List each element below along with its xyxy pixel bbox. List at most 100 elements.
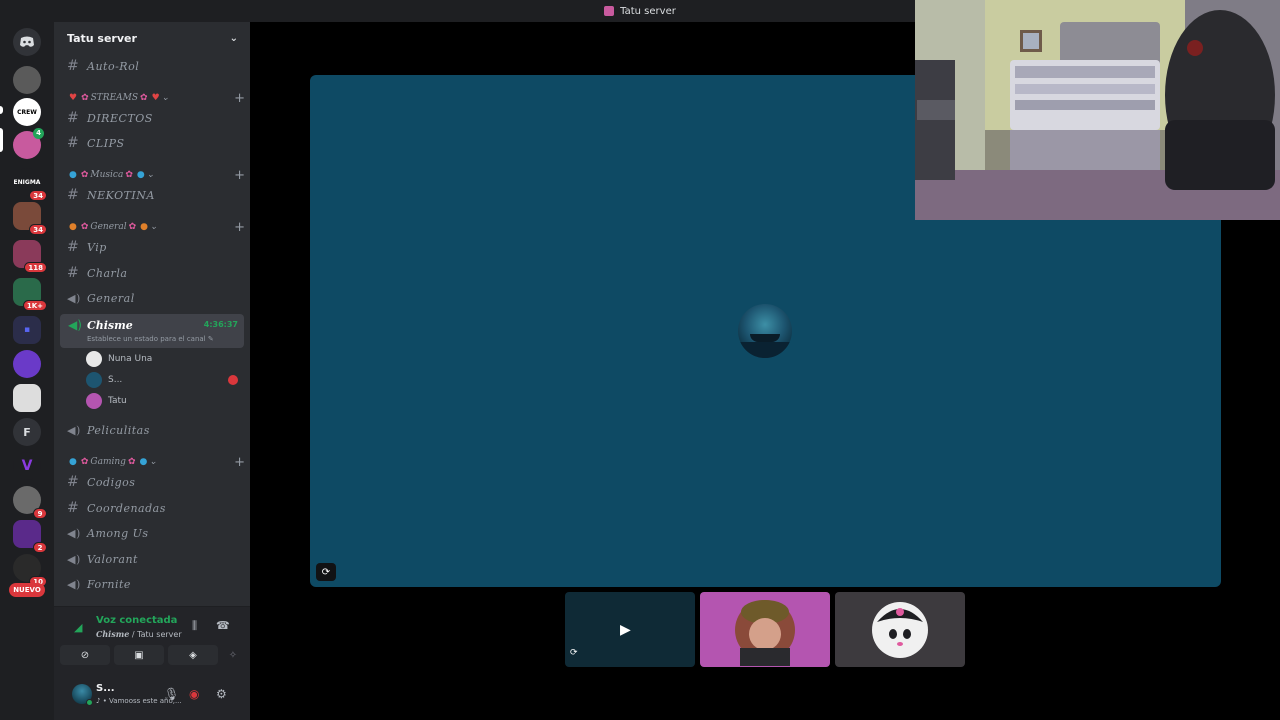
server-gray[interactable]: [13, 384, 41, 412]
channel-codigos[interactable]: # Codigos: [60, 471, 244, 493]
server-name: Tatu server: [67, 31, 137, 45]
server-icon: [604, 6, 615, 16]
hash-icon: #: [67, 239, 80, 255]
voice-channel-among-us[interactable]: ◀) Among Us: [60, 522, 244, 544]
hash-icon: #: [67, 135, 80, 151]
hash-icon: #: [67, 265, 80, 281]
speaker-icon: ◀): [68, 318, 82, 332]
channel-directos[interactable]: # DIRECTOS: [60, 107, 244, 129]
speaker-icon: ◀): [67, 552, 81, 566]
deafen-icon[interactable]: ◉: [189, 687, 199, 701]
channel-charla[interactable]: # Charla: [60, 262, 244, 284]
noise-suppression-icon[interactable]: ⫼: [192, 619, 197, 633]
server-purple[interactable]: [13, 350, 41, 378]
voice-connected-location: Chisme / Tatu server: [96, 629, 182, 639]
soundboard-icon: ✧: [228, 649, 238, 661]
server-rail: CREW 4 ENIGMA 34 34 118 1K+ ▪ F V 9 2 10 …: [0, 22, 54, 720]
screen-share-icon: ▣: [134, 649, 144, 661]
discord-home-icon[interactable]: [13, 28, 41, 56]
user-name[interactable]: S...: [96, 683, 115, 694]
voice-channel-coordenadas[interactable]: # Coordenadas: [60, 497, 244, 519]
channel-clips[interactable]: # CLIPS: [60, 132, 244, 154]
hash-icon: #: [67, 187, 80, 203]
toggle-camera-button[interactable]: ⊘: [60, 645, 110, 665]
folder-icon[interactable]: ▪: [13, 316, 41, 344]
voice-member[interactable]: Tatu: [86, 392, 127, 410]
server-photo[interactable]: 9: [13, 486, 47, 519]
video-camera-icon: ▶: [620, 622, 631, 638]
selected-indicator: [0, 128, 3, 152]
category-general[interactable]: ● ✿ General ✿ ● ⌄ +: [67, 219, 245, 235]
online-status-dot: [86, 699, 93, 706]
avatar: [86, 372, 102, 388]
hash-icon: #: [67, 58, 80, 74]
voice-channel-fornite[interactable]: ◀) Fornite: [60, 573, 244, 595]
channel-status-prompt[interactable]: Establece un estado para el canal ✎: [87, 335, 214, 343]
camera-off-icon: ⊘: [80, 649, 90, 661]
server-group[interactable]: 34: [13, 202, 47, 235]
category-gaming[interactable]: ● ✿ Gaming ✿ ● ⌄ +: [67, 454, 245, 470]
voice-connected-title[interactable]: Voz conectada: [96, 615, 177, 626]
avatar: [86, 393, 102, 409]
server-enigma[interactable]: ENIGMA 34: [13, 168, 47, 201]
kuromi-avatar: [872, 602, 928, 658]
channel-vip[interactable]: # Vip: [60, 236, 244, 258]
channel-nekotina[interactable]: # NEKOTINA: [60, 184, 244, 206]
channel-auto-rol[interactable]: # Auto-Rol: [60, 55, 244, 77]
hash-icon: #: [67, 500, 80, 516]
voice-channel-chisme[interactable]: ◀) Chisme 4:36:37 Establece un estado pa…: [60, 314, 244, 348]
call-stage: ⟳ ▶ ⟳: [250, 0, 1280, 720]
participant-tile-nuna-una[interactable]: [835, 592, 965, 667]
voice-channel-valorant[interactable]: ◀) Valorant: [60, 548, 244, 570]
soundboard-button[interactable]: ✧: [222, 645, 244, 665]
category-streams[interactable]: ♥ ✿ STREAMS ✿ ♥ ⌄ +: [67, 90, 245, 106]
add-channel-icon[interactable]: +: [234, 91, 245, 106]
speaker-icon: ◀): [67, 423, 81, 437]
voice-channel-general[interactable]: ◀) General: [60, 287, 244, 309]
server-group-2[interactable]: 118: [13, 240, 47, 273]
webcam-popout-video[interactable]: [915, 0, 1280, 220]
speaker-icon: ◀): [67, 291, 81, 305]
voice-member[interactable]: Nuna Una: [86, 350, 152, 368]
server-gaming-crew[interactable]: CREW: [13, 98, 41, 126]
window-title: Tatu server: [620, 5, 676, 17]
participant-avatar: [738, 304, 792, 358]
hash-icon: #: [67, 474, 80, 490]
new-unreads-pill[interactable]: NUEVO: [9, 583, 45, 597]
live-stream-icon: [228, 375, 238, 385]
chevron-down-icon: ⌄: [229, 32, 238, 44]
bedroom-webcam-image: [915, 0, 1280, 220]
microphone-icon[interactable]: 🎙: [164, 687, 179, 701]
activities-button[interactable]: ◈: [168, 645, 218, 665]
hash-icon: #: [67, 110, 80, 126]
settings-gear-icon[interactable]: ⚙: [216, 687, 227, 701]
participant-tile-camera-off[interactable]: ▶ ⟳: [565, 592, 695, 667]
speaker-icon: ◀): [67, 577, 81, 591]
add-channel-icon[interactable]: +: [234, 168, 245, 183]
server-tatu[interactable]: 4: [13, 128, 44, 159]
share-screen-button[interactable]: ▣: [114, 645, 164, 665]
stream-preview-icon[interactable]: ⟳: [316, 563, 336, 581]
disconnect-icon[interactable]: ☎: [216, 619, 230, 632]
speaker-icon: ◀): [67, 526, 81, 540]
signal-icon[interactable]: ◢: [74, 621, 82, 634]
unread-indicator: [0, 106, 3, 114]
participant-tile-tatu[interactable]: [700, 592, 830, 667]
add-channel-icon[interactable]: +: [234, 220, 245, 235]
category-musica[interactable]: ● ✿ Musica ✿ ● ⌄ +: [67, 167, 245, 183]
server-dark[interactable]: 10: [13, 554, 47, 587]
add-channel-icon[interactable]: +: [234, 455, 245, 470]
voice-connection-panel: ◢ Voz conectada Chisme / Tatu server ⫼ ☎…: [54, 606, 250, 672]
voice-member[interactable]: S...: [86, 371, 122, 389]
avatar: [735, 600, 795, 666]
server-header[interactable]: Tatu server ⌄: [54, 22, 250, 54]
server-v[interactable]: V: [13, 452, 41, 480]
avatar: [86, 351, 102, 367]
server-game[interactable]: 2: [13, 520, 47, 553]
server-1[interactable]: [13, 66, 41, 94]
gamepad-icon: ◈: [189, 649, 197, 661]
voice-channel-peliculitas[interactable]: ◀) Peliculitas: [60, 419, 244, 441]
server-f[interactable]: F: [13, 418, 41, 446]
stream-preview-icon: ⟳: [570, 648, 578, 658]
server-group-3[interactable]: 1K+: [13, 278, 47, 311]
